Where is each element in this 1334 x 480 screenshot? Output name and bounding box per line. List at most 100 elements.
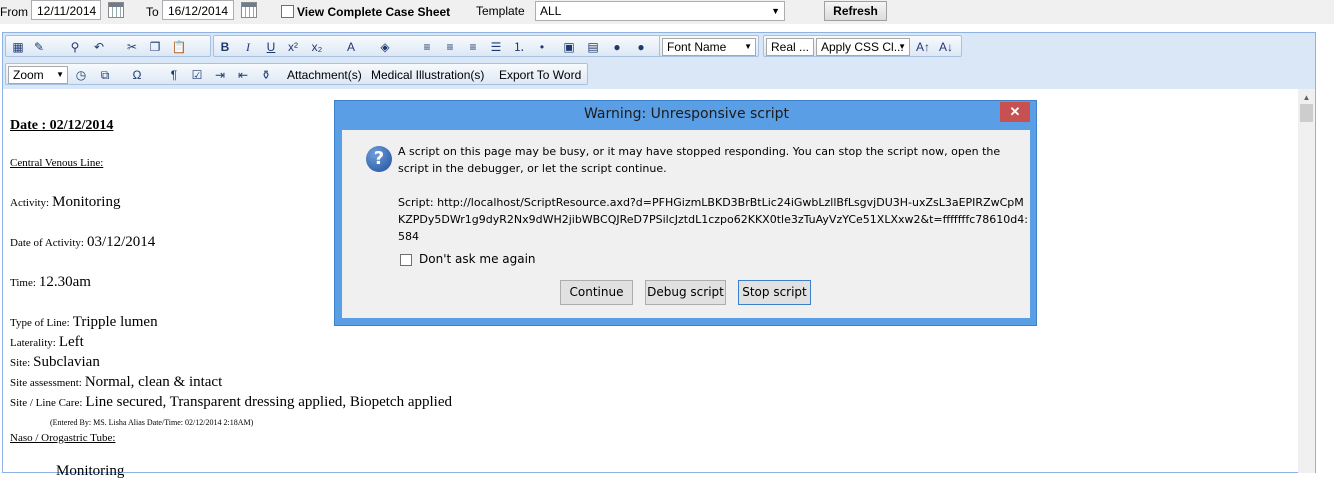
export-word-button[interactable]: Export To Word [499,67,581,83]
chevron-down-icon: ▼ [898,42,906,51]
site-label: Site: [10,357,31,369]
insert-media-icon[interactable]: ⧉ [96,67,114,83]
dialog-body: ? A script on this page may be busy, or … [342,130,1030,318]
toolbar-group-insert: Zoom ▼ ◷ ⧉ Ω ¶ ☑ ⇥ ⇤ ⚱ Attachment(s) Med… [5,63,588,85]
css-class-value: Apply CSS Cl... [821,40,904,54]
clock-icon[interactable]: ◷ [72,67,90,83]
question-icon: ? [366,146,392,172]
toolbar-group-font: Font Name ▼ [659,35,759,57]
shrink-font-icon[interactable]: A↓ [937,39,955,55]
close-icon[interactable]: ✕ [1000,102,1030,122]
template-label: Template [476,4,525,18]
site-row: Site: Subclavian [10,354,100,371]
highlight-icon[interactable]: ◈ [376,39,394,55]
site-value: Subclavian [33,354,100,370]
activity-label: Activity: [10,197,50,209]
editor-toolbar: ▦ ✎ ⚲ ↶ ✂ ❐ 📋 B I U x² x₂ A ◈ ≡ ≡ ≡ ☰ ⒈ … [3,33,1315,89]
stop-script-button[interactable]: Stop script [738,280,811,305]
paragraph-icon[interactable]: ¶ [165,67,183,83]
view-complete-label: View Complete Case Sheet [297,5,451,19]
spellcheck-icon[interactable]: ☑ [188,67,206,83]
font-size-select[interactable]: Real ... [766,38,814,56]
bulleted-list-icon[interactable]: • [533,39,551,55]
site-care-value: Line secured, Transparent dressing appli… [85,394,452,410]
toolbar-group-format: B I U x² x₂ A ◈ ≡ ≡ ≡ ☰ ⒈ • ▣ ▤ ● ● [213,35,661,57]
clean-icon[interactable]: ⚱ [257,67,275,83]
from-date-input[interactable]: 12/11/2014 [31,0,101,20]
dialog-script-url: Script: http://localhost/ScriptResource.… [398,196,1028,243]
naso-heading: Naso / Orogastric Tube: [10,432,116,444]
type-row: Type of Line: Tripple lumen [10,314,158,331]
chevron-down-icon: ▼ [771,6,780,16]
refresh-button[interactable]: Refresh [824,1,887,21]
chevron-down-icon: ▼ [56,70,64,79]
from-calendar-icon[interactable] [108,2,124,18]
superscript-icon[interactable]: x² [284,39,302,55]
dont-ask-checkbox[interactable] [400,254,412,266]
to-date-input[interactable]: 16/12/2014 [162,0,234,20]
laterality-row: Laterality: Left [10,334,84,351]
table-icon[interactable]: ▦ [9,39,27,55]
toolbar-group-style: Real ... Apply CSS Cl... ▼ A↑ A↓ [763,35,962,57]
view-complete-checkbox[interactable] [281,5,294,18]
find-icon[interactable]: ⚲ [66,39,84,55]
dialog-message: A script on this page may be busy, or it… [398,145,1001,175]
medical-illustration-button[interactable]: Medical Illustration(s) [371,67,484,83]
justify-icon[interactable]: ☰ [487,39,505,55]
date-activity-label: Date of Activity: [10,237,84,249]
entered-by-text: (Entered By: MS. Lisha Alias Date/Time: … [50,418,254,427]
site-assessment-label: Site assessment: [10,377,82,389]
date-heading: Date : 02/12/2014 [10,118,114,133]
time-label: Time: [10,277,36,289]
template-value: ALL [540,4,562,18]
insert-doc-icon[interactable]: ▤ [584,39,602,55]
paste-icon[interactable]: 📋 [170,39,188,55]
site-care-row: Site / Line Care: Line secured, Transpar… [10,394,452,411]
outdent-icon[interactable]: ⇤ [234,67,252,83]
undo-icon[interactable]: ↶ [90,39,108,55]
from-label: From [0,5,28,19]
indent-icon[interactable]: ⇥ [211,67,229,83]
laterality-value: Left [58,334,84,350]
cvl-heading: Central Venous Line: [10,157,104,169]
align-right-icon[interactable]: ≡ [464,39,482,55]
to-label: To [146,5,159,19]
to-calendar-icon[interactable] [241,2,257,18]
type-label: Type of Line: [10,317,70,329]
attachments-button[interactable]: Attachment(s) [287,67,362,83]
insert-link-icon[interactable]: ● [608,39,626,55]
insert-image-icon[interactable]: ▣ [560,39,578,55]
underline-icon[interactable]: U [262,39,280,55]
scroll-thumb[interactable] [1300,104,1313,122]
subscript-icon[interactable]: x₂ [308,39,326,55]
dont-ask-label[interactable]: Don't ask me again [419,252,536,266]
editor-scrollbar[interactable]: ▲ [1298,89,1315,473]
italic-icon[interactable]: I [239,39,257,55]
debug-script-button[interactable]: Debug script [645,280,726,305]
numbered-list-icon[interactable]: ⒈ [510,39,528,55]
zoom-value: Zoom [13,68,44,82]
template-select[interactable]: ALL ▼ [535,1,785,21]
format-painter-icon[interactable]: ✎ [30,39,48,55]
align-left-icon[interactable]: ≡ [418,39,436,55]
unresponsive-script-dialog: Warning: Unresponsive script ✕ ? A scrip… [334,100,1037,326]
copy-icon[interactable]: ❐ [146,39,164,55]
site-assessment-value: Normal, clean & intact [84,374,223,390]
continue-button[interactable]: Continue [560,280,633,305]
remove-link-icon[interactable]: ● [632,39,650,55]
css-class-select[interactable]: Apply CSS Cl... ▼ [816,38,910,56]
time-row: Time: 12.30am [10,274,91,291]
cut-icon[interactable]: ✂ [123,39,141,55]
symbol-icon[interactable]: Ω [128,67,146,83]
font-name-select[interactable]: Font Name ▼ [662,38,756,56]
zoom-select[interactable]: Zoom ▼ [8,66,68,84]
bold-icon[interactable]: B [216,39,234,55]
align-center-icon[interactable]: ≡ [441,39,459,55]
grow-font-icon[interactable]: A↑ [914,39,932,55]
activity-row: Activity: Monitoring [10,194,120,211]
filter-bar: From 12/11/2014 To 16/12/2014 View Compl… [0,0,1334,24]
font-color-icon[interactable]: A [342,39,360,55]
type-value: Tripple lumen [72,314,158,330]
font-name-value: Font Name [667,40,727,54]
chevron-down-icon: ▼ [744,42,752,51]
